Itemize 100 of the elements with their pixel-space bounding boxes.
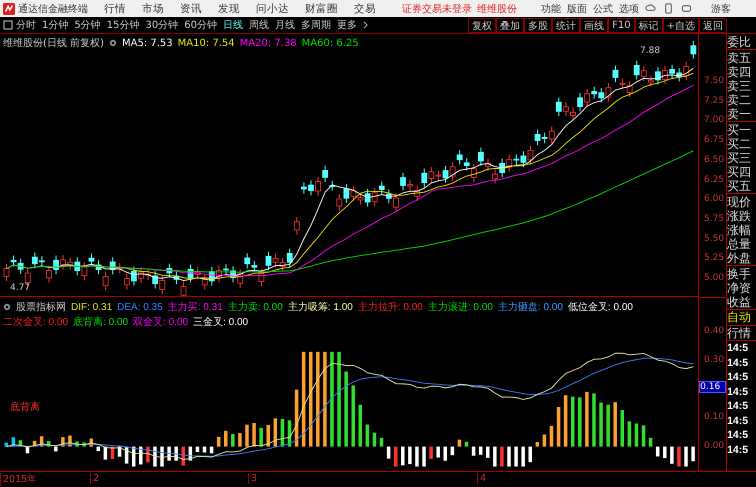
axis-label: 5.25 <box>704 253 724 264</box>
settings-icon[interactable] <box>3 303 11 312</box>
axis-label: 7.00 <box>704 115 724 126</box>
chart-tool-button[interactable]: 多股 <box>524 18 552 32</box>
indicator-value: 底背离: 0.00 <box>73 316 128 330</box>
chart-tool-button[interactable]: 统计 <box>552 18 580 32</box>
trade-time: 14:5 <box>727 414 750 428</box>
period-tab[interactable]: 月线 <box>274 18 295 32</box>
quote-label: 总量 <box>727 237 752 251</box>
axis-label: 7.25 <box>704 96 724 106</box>
chart-tool-button[interactable]: 返回 <box>699 18 727 32</box>
menu-item[interactable]: 发现 <box>218 2 240 16</box>
date-label: 2 <box>90 473 100 484</box>
quote-label: 净资 <box>727 281 752 295</box>
axis-label: 0.30 <box>704 355 724 365</box>
quote-label: 买三 <box>727 151 752 165</box>
quote-label: 卖一 <box>727 107 752 121</box>
quote-label: 收益 <box>727 295 752 309</box>
menu-item[interactable]: 财富圈 <box>305 2 338 16</box>
period-tab[interactable]: 30分钟 <box>145 18 178 32</box>
menu-item[interactable]: 资讯 <box>180 2 202 16</box>
menu-item[interactable]: 版面 <box>567 2 587 16</box>
axis-label: 6.00 <box>704 194 724 204</box>
login-notice[interactable]: 证券交易未登录 <box>402 2 472 16</box>
quote-label: 买二 <box>727 137 752 151</box>
axis-label: 5.00 <box>704 273 724 283</box>
ma-value: MA60: 6.25 <box>302 38 359 48</box>
chart-tool-button[interactable]: F10 <box>608 18 635 32</box>
quote-label: 换手 <box>727 267 752 281</box>
menu-item[interactable]: 市场 <box>142 2 164 16</box>
period-tab[interactable]: 15分钟 <box>106 18 140 32</box>
axis-label: 0.10 <box>704 412 724 422</box>
market-label: 行情 <box>727 326 756 341</box>
quote-label: 卖二 <box>727 93 752 107</box>
quote-label: 买四 <box>727 165 752 179</box>
menu-item[interactable]: 选项 <box>619 2 639 16</box>
settings-icon[interactable] <box>108 39 117 47</box>
quote-label: 卖四 <box>727 65 752 79</box>
indicator-value: 主力砸盘: 0.00 <box>498 300 563 314</box>
period-tab[interactable]: 日线 <box>222 18 243 32</box>
logo-icon <box>3 2 15 14</box>
period-tab[interactable]: 多周期 <box>300 18 331 32</box>
quote-label: 委比 <box>727 35 752 49</box>
price-annotation: 4.77 <box>10 283 30 293</box>
quote-label: 现价 <box>727 195 752 209</box>
trade-time: 14:5 <box>727 399 750 414</box>
trade-time: 14:5 <box>727 384 750 399</box>
phone-icon[interactable] <box>663 3 674 14</box>
quote-label: 买一 <box>727 123 752 137</box>
quote-label: 涨跌 <box>727 209 752 223</box>
axis-label: 6.75 <box>704 135 724 146</box>
mode-tab[interactable]: 自动 <box>727 310 756 326</box>
quote-label: 卖五 <box>727 51 752 65</box>
quote-label: 外盘 <box>727 251 752 265</box>
chart-tool-button[interactable]: +自选 <box>662 18 699 32</box>
chart-tool-button[interactable]: 复权 <box>468 18 496 32</box>
current-value-marker: 0.16 <box>699 381 726 393</box>
message-icon[interactable] <box>681 3 692 14</box>
menu-item[interactable]: 公式 <box>593 2 613 16</box>
ma-value: MA5: 7.53 <box>122 38 173 48</box>
trade-time: 14:5 <box>727 370 750 384</box>
indicator-value: DIF: 0.31 <box>71 302 112 313</box>
period-tab[interactable]: 1分钟 <box>42 18 68 32</box>
period-tab[interactable]: 周线 <box>248 18 269 32</box>
indicator-value: 低位金叉: 0.00 <box>568 301 633 314</box>
quote-label: 买五 <box>727 179 752 193</box>
trade-time: 14:5 <box>727 428 750 442</box>
axis-label: 0.00 <box>704 441 724 451</box>
period-tab[interactable]: 分时 <box>16 18 36 32</box>
indicator-value: 三金叉: 0.00 <box>193 316 248 330</box>
period-tab[interactable]: 60分钟 <box>184 18 217 32</box>
menu-item[interactable]: 行情 <box>104 2 126 16</box>
quote-label: 卖三 <box>727 79 752 93</box>
menu-item[interactable]: 问小达 <box>256 2 289 16</box>
price-annotation: 7.88 <box>640 46 660 56</box>
indicator-value: 双金叉: 0.00 <box>133 316 188 330</box>
axis-label: 5.50 <box>704 234 724 244</box>
divergence-label: 底背离 <box>10 400 40 414</box>
menu-item[interactable]: 功能 <box>541 2 561 16</box>
chart-tool-button[interactable]: 标记 <box>634 18 663 32</box>
axis-label: 5.75 <box>704 214 724 224</box>
chart-title: 维维股份(日线 前复权) <box>3 36 104 50</box>
axis-label: 6.50 <box>704 154 724 165</box>
panel-toggle-icon[interactable] <box>3 20 13 30</box>
quote-label: 涨幅 <box>727 223 752 237</box>
chart-tool-button[interactable]: 叠加 <box>496 18 524 32</box>
chart-tool-button[interactable]: 画线 <box>580 18 608 32</box>
user-label[interactable]: 游客 <box>711 2 731 16</box>
indicator-value: 主力拉升: 0.00 <box>358 300 423 314</box>
menu-item[interactable]: 交易 <box>354 2 376 16</box>
axis-label: 6.25 <box>704 174 724 184</box>
chevron-right-icon[interactable] <box>362 21 368 29</box>
period-tab[interactable]: 5分钟 <box>74 18 101 32</box>
date-label: 2015年 <box>0 473 38 486</box>
indicator-value: 主力买: 0.31 <box>168 300 223 314</box>
period-tab[interactable]: 更多 <box>336 18 357 32</box>
trade-time: 14:5 <box>727 442 750 457</box>
cloud-icon[interactable] <box>645 3 656 14</box>
stock-name[interactable]: 维维股份 <box>477 2 517 16</box>
date-label: 3 <box>248 473 258 484</box>
